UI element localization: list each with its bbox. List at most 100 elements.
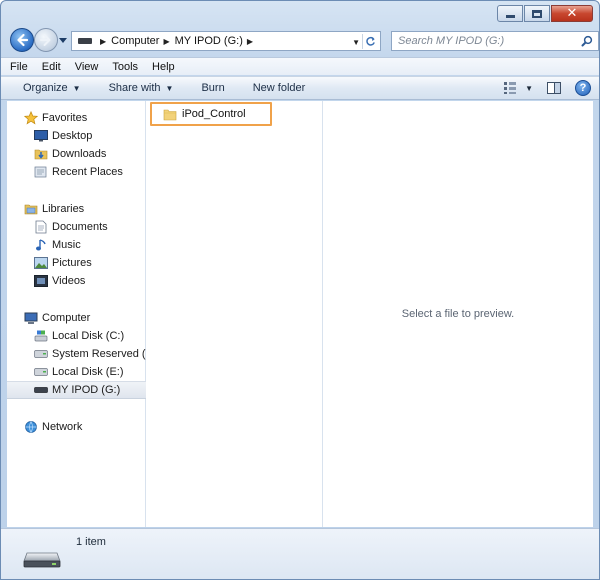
- details-pane: 1 item: [1, 528, 599, 579]
- star-icon: [23, 110, 39, 126]
- organize-label: Organize: [23, 82, 68, 94]
- nav-item-downloads[interactable]: Downloads: [7, 145, 146, 163]
- nav-item-label: MY IPOD (G:): [52, 384, 121, 396]
- folder-item-ipod-control[interactable]: iPod_Control: [150, 102, 272, 126]
- nav-item-label: Pictures: [52, 257, 92, 269]
- videos-icon: [33, 273, 49, 289]
- search-icon[interactable]: [581, 35, 593, 47]
- folder-name: iPod_Control: [182, 108, 246, 120]
- downloads-folder-icon: [33, 146, 49, 162]
- back-button[interactable]: [10, 28, 34, 52]
- new-folder-button[interactable]: New folder: [253, 82, 306, 94]
- nav-item-pictures[interactable]: Pictures: [7, 254, 146, 272]
- chevron-down-icon[interactable]: ▼: [525, 84, 533, 93]
- desktop-icon: [33, 128, 49, 144]
- nav-item-local-disk-c[interactable]: Local Disk (C:): [7, 327, 146, 345]
- nav-item-label: Videos: [52, 275, 86, 287]
- breadcrumb-separator-icon[interactable]: ▶: [247, 37, 253, 46]
- explorer-window: ✕ ▶ Computer ▶ MY IPOD (G:) ▶ ▼ File: [0, 0, 600, 580]
- breadcrumb-separator-icon[interactable]: ▶: [163, 37, 169, 46]
- file-list-pane: iPod_Control: [146, 101, 323, 527]
- nav-item-desktop[interactable]: Desktop: [7, 127, 146, 145]
- breadcrumb-drive[interactable]: MY IPOD (G:): [175, 35, 243, 47]
- forward-button[interactable]: [34, 28, 58, 52]
- close-button[interactable]: ✕: [551, 5, 593, 22]
- nav-network-label: Network: [42, 421, 83, 433]
- nav-item-local-disk-e[interactable]: Local Disk (E:): [7, 363, 146, 381]
- hard-drive-icon: [33, 346, 49, 362]
- nav-libraries-label: Libraries: [42, 203, 85, 215]
- documents-icon: [33, 219, 49, 235]
- close-icon: ✕: [566, 6, 578, 21]
- nav-favorites[interactable]: Favorites: [7, 109, 146, 127]
- nav-item-videos[interactable]: Videos: [7, 272, 146, 290]
- nav-item-label: Documents: [52, 221, 108, 233]
- nav-libraries[interactable]: Libraries: [7, 200, 146, 218]
- maximize-icon: [532, 9, 542, 18]
- menu-help[interactable]: Help: [152, 61, 175, 73]
- recent-places-icon: [33, 164, 49, 180]
- window-caption-buttons: ✕: [497, 5, 593, 22]
- nav-item-label: Local Disk (E:): [52, 366, 124, 378]
- removable-drive-icon: [33, 382, 49, 398]
- libraries-icon: [23, 201, 39, 217]
- arrow-right-icon: [40, 34, 51, 46]
- nav-item-system-reserved[interactable]: System Reserved (D:: [7, 345, 146, 363]
- menu-bar: File Edit View Tools Help: [1, 57, 599, 75]
- share-with-button[interactable]: Share with ▼: [109, 82, 174, 94]
- nav-item-label: Local Disk (C:): [52, 330, 125, 342]
- pictures-icon: [33, 255, 49, 271]
- navigation-row: ▶ Computer ▶ MY IPOD (G:) ▶ ▼: [9, 27, 599, 55]
- recent-pages-dropdown-icon[interactable]: [59, 36, 67, 44]
- nav-item-label: Downloads: [52, 148, 107, 160]
- address-history-dropdown-icon[interactable]: ▼: [352, 38, 360, 47]
- minimize-button[interactable]: [497, 5, 523, 22]
- nav-computer-label: Computer: [42, 312, 91, 324]
- drive-icon: [78, 38, 92, 44]
- item-count: 1 item: [76, 536, 106, 548]
- menu-view[interactable]: View: [75, 61, 99, 73]
- chevron-down-icon: ▼: [165, 83, 174, 93]
- nav-item-my-ipod[interactable]: MY IPOD (G:): [7, 381, 146, 399]
- maximize-button[interactable]: [524, 5, 550, 22]
- search-input[interactable]: [398, 35, 578, 47]
- menu-edit[interactable]: Edit: [42, 61, 61, 73]
- breadcrumb-separator-icon[interactable]: ▶: [100, 37, 106, 46]
- nav-item-recent-places[interactable]: Recent Places: [7, 163, 146, 181]
- refresh-icon: [366, 36, 375, 46]
- menu-tools[interactable]: Tools: [112, 61, 138, 73]
- network-icon: [23, 419, 39, 435]
- system-drive-icon: [33, 328, 49, 344]
- view-options-icon: [504, 82, 517, 94]
- chevron-down-icon: ▼: [72, 83, 81, 93]
- preview-message: Select a file to preview.: [401, 308, 515, 320]
- breadcrumb-computer[interactable]: Computer: [111, 35, 159, 47]
- nav-item-label: Music: [52, 239, 81, 251]
- change-view-button[interactable]: [503, 80, 519, 96]
- folder-icon: [162, 106, 178, 122]
- nav-computer[interactable]: Computer: [7, 309, 146, 327]
- nav-item-label: System Reserved (D:: [52, 348, 146, 360]
- organize-button[interactable]: Organize ▼: [23, 82, 81, 94]
- navigation-pane: Favorites Desktop Downloads Recent Place…: [7, 101, 146, 527]
- arrow-left-icon: [17, 33, 29, 47]
- minimize-icon: [505, 15, 515, 18]
- address-bar[interactable]: ▶ Computer ▶ MY IPOD (G:) ▶ ▼: [71, 31, 381, 51]
- search-box[interactable]: [391, 31, 599, 51]
- menu-file[interactable]: File: [10, 61, 28, 73]
- nav-item-music[interactable]: Music: [7, 236, 146, 254]
- preview-pane: Select a file to preview.: [323, 101, 593, 527]
- view-controls: ▼ ?: [503, 80, 591, 96]
- nav-favorites-label: Favorites: [42, 112, 88, 124]
- preview-pane-toggle-icon[interactable]: [547, 82, 561, 94]
- burn-button[interactable]: Burn: [201, 82, 224, 94]
- hard-drive-icon: [33, 364, 49, 380]
- help-icon[interactable]: ?: [575, 80, 591, 96]
- nav-item-label: Recent Places: [52, 166, 123, 178]
- share-with-label: Share with: [108, 82, 161, 94]
- refresh-button[interactable]: [362, 34, 378, 49]
- command-bar: Organize ▼ Share with ▼ Burn New folder ▼ …: [1, 76, 599, 100]
- computer-icon: [23, 310, 39, 326]
- nav-item-documents[interactable]: Documents: [7, 218, 146, 236]
- nav-network[interactable]: Network: [7, 418, 146, 436]
